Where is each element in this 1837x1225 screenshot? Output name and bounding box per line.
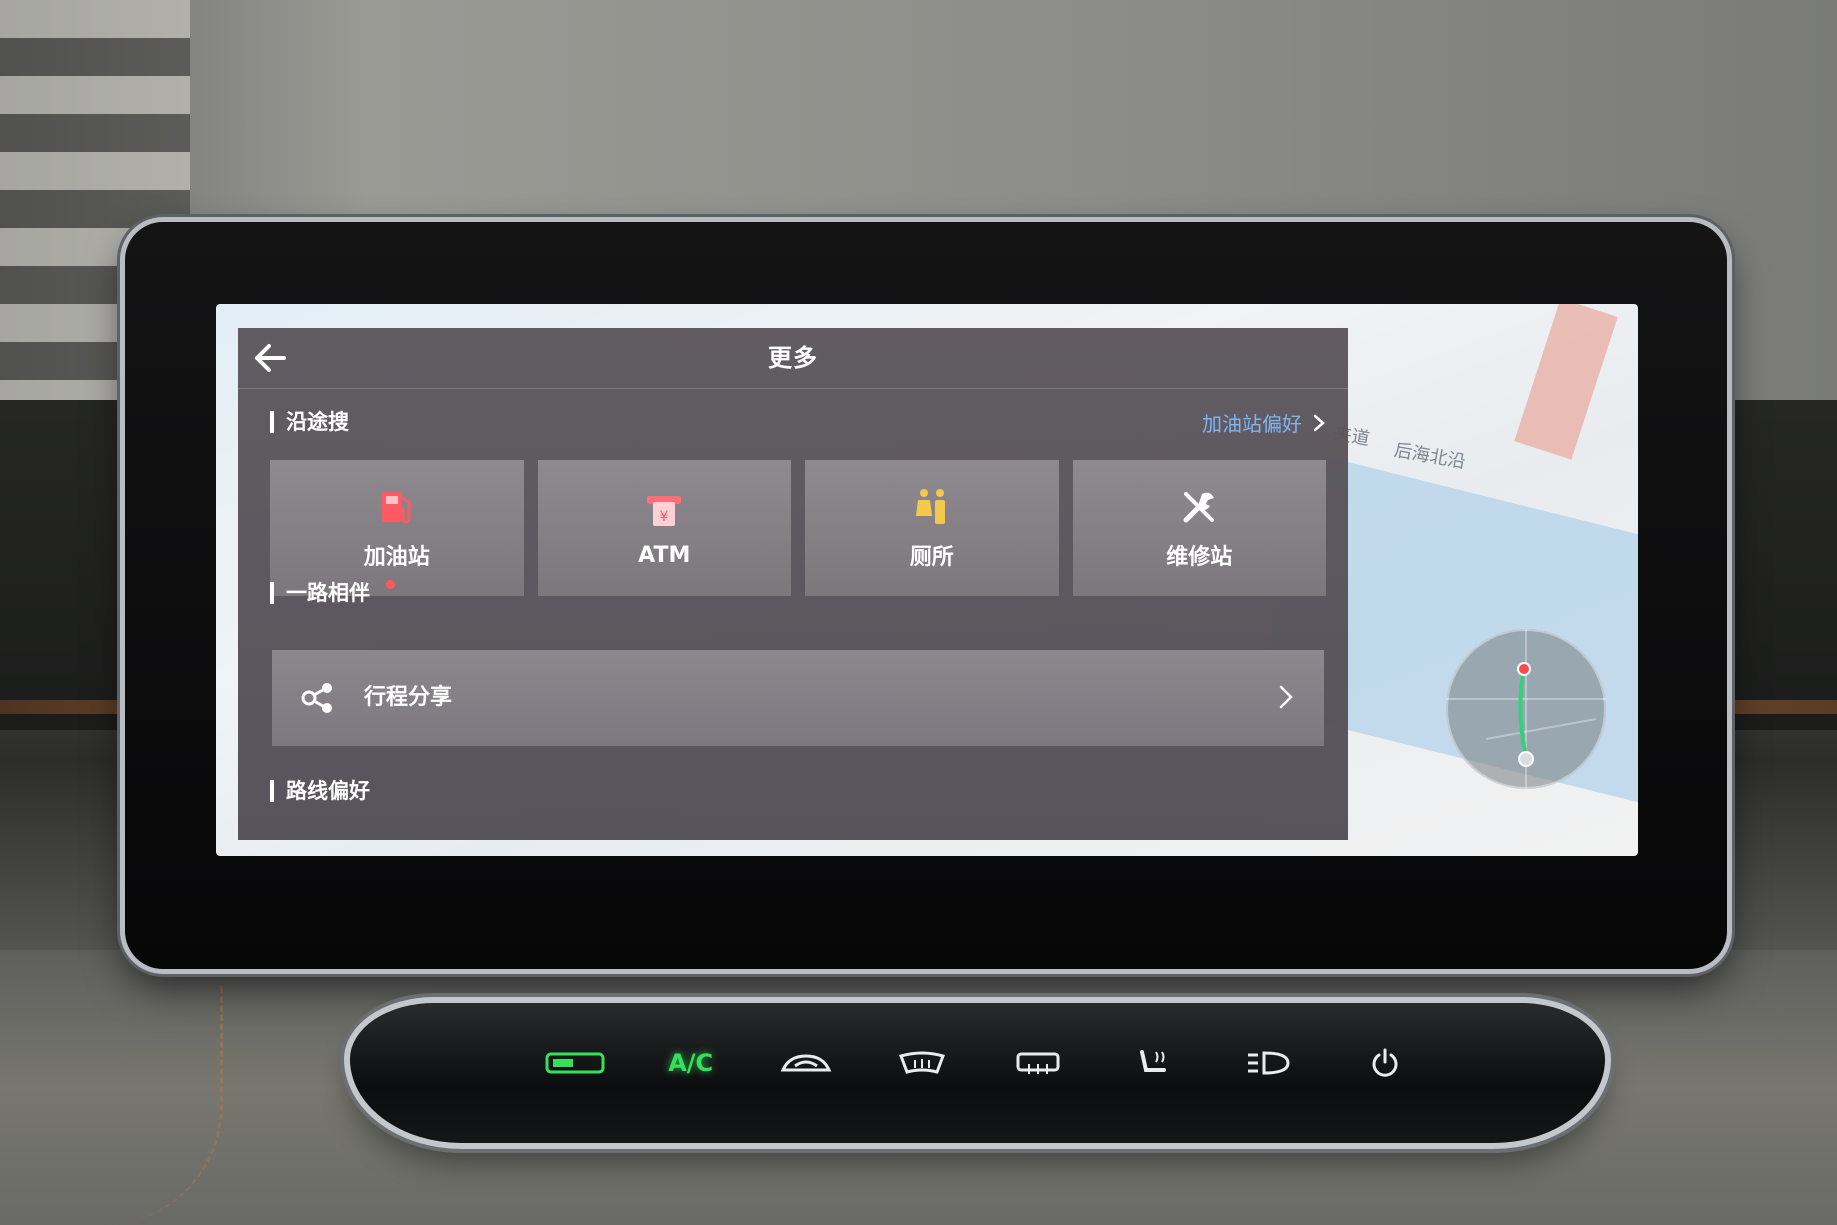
- section-title-along-route: 沿途搜: [270, 411, 349, 433]
- ac-button[interactable]: A/C: [646, 1041, 736, 1085]
- recirculation-button[interactable]: [761, 1041, 851, 1085]
- chevron-right-icon: [1313, 414, 1325, 431]
- front-defrost-icon: [899, 1051, 946, 1074]
- section-title-companion: 一路相伴: [270, 582, 370, 604]
- panel-title: 更多: [768, 344, 818, 372]
- poi-category-grid: 加油站 ¥ ATM 厕所 维修站: [270, 460, 1326, 596]
- share-trip-label: 行程分享: [364, 685, 453, 710]
- climate-control-bar: A/C: [350, 1003, 1605, 1143]
- eco-mode-icon: [545, 1052, 605, 1074]
- section-title-route-preference: 路线偏好: [270, 780, 370, 802]
- tile-label: 厕所: [909, 545, 954, 570]
- rear-defrost-icon: [1016, 1052, 1060, 1074]
- fog-light-icon: [1248, 1051, 1290, 1075]
- notification-dot: [386, 580, 395, 589]
- svg-text:¥: ¥: [660, 509, 669, 525]
- eco-mode-button[interactable]: [530, 1041, 620, 1085]
- map-label: 后海北沿: [1392, 439, 1468, 474]
- back-button[interactable]: [248, 338, 292, 378]
- seat-heat-icon: [1139, 1050, 1166, 1072]
- gas-station-icon: [375, 485, 419, 529]
- fog-light-button[interactable]: [1224, 1041, 1314, 1085]
- tile-gas-station[interactable]: 加油站: [270, 460, 524, 596]
- route-overview-icon: [1446, 629, 1606, 789]
- share-trip-row[interactable]: 行程分享: [272, 650, 1324, 746]
- repair-tools-icon: [1177, 485, 1221, 529]
- infotainment-screen: 夹道 后海北沿 更多 沿途搜 加油站偏好 加油站 ¥ ATM 厕所 维修站 一路…: [216, 304, 1638, 856]
- power-icon: [1372, 1048, 1398, 1077]
- front-defrost-button[interactable]: [877, 1041, 967, 1085]
- gas-preference-label: 加油站偏好: [1202, 412, 1302, 436]
- power-button[interactable]: [1340, 1041, 1430, 1085]
- seat-heat-button[interactable]: [1109, 1041, 1199, 1085]
- tile-label: 加油站: [363, 545, 430, 570]
- atm-icon: ¥: [642, 489, 686, 533]
- air-recirculation-icon: [781, 1054, 832, 1072]
- tile-label: 维修站: [1166, 545, 1233, 570]
- tile-toilet[interactable]: 厕所: [805, 460, 1059, 596]
- share-icon: [301, 683, 332, 713]
- tile-label: ATM: [638, 542, 691, 568]
- toilet-icon: [910, 485, 954, 529]
- more-panel: 更多 沿途搜 加油站偏好 加油站 ¥ ATM 厕所 维修站 一路相伴 行程分享 …: [238, 328, 1348, 840]
- gas-preference-link[interactable]: 加油站偏好: [1202, 408, 1326, 437]
- rear-defrost-button[interactable]: [993, 1041, 1083, 1085]
- tile-atm[interactable]: ¥ ATM: [537, 460, 791, 596]
- tile-repair-station[interactable]: 维修站: [1072, 460, 1326, 596]
- climate-buttons: A/C: [530, 1033, 1430, 1093]
- chevron-right-icon: [1279, 685, 1293, 709]
- mini-map-compass[interactable]: [1446, 629, 1606, 789]
- panel-header: 更多: [238, 328, 1348, 389]
- back-arrow-icon: [255, 344, 286, 372]
- map-road: [1514, 304, 1618, 460]
